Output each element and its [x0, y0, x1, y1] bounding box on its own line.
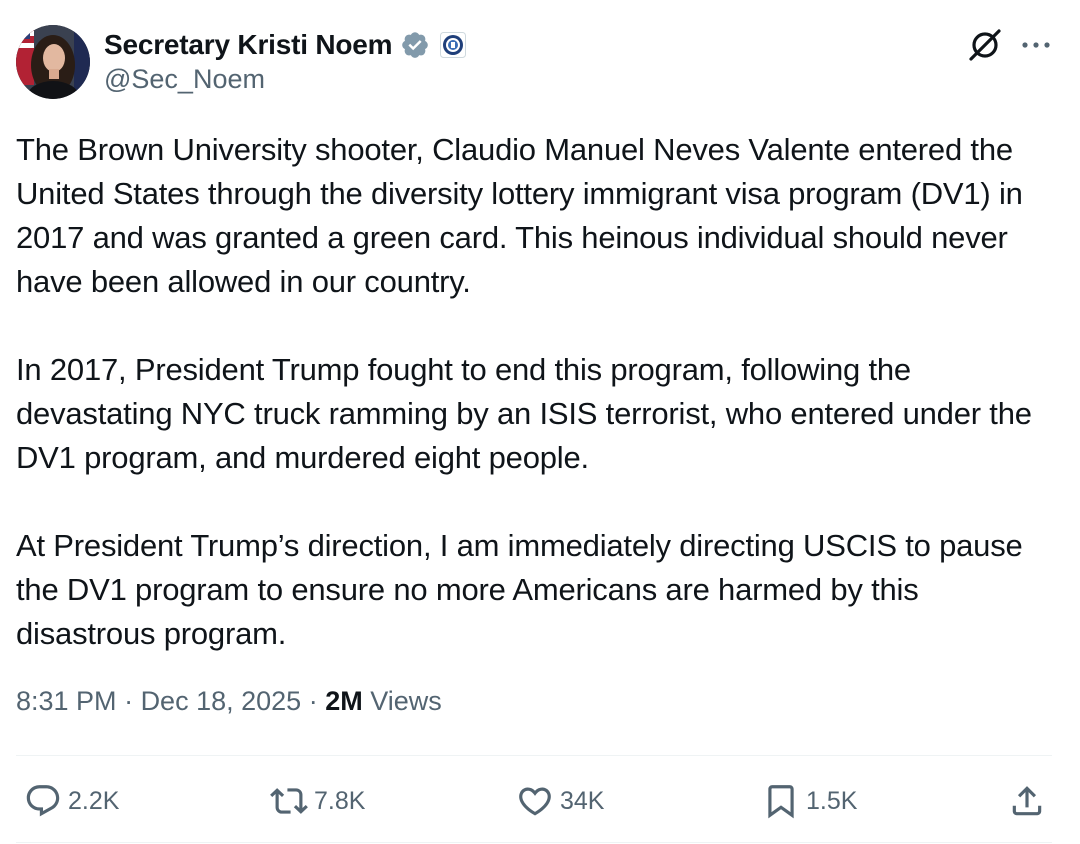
divider	[16, 842, 1052, 843]
bookmark-button[interactable]: 1.5K	[762, 782, 857, 820]
tweet: Secretary Kristi Noem @Sec_Noem The Brow…	[0, 0, 1080, 844]
repost-icon	[270, 788, 308, 814]
tweet-meta: 8:31 PM · Dec 18, 2025 · 2M Views	[16, 686, 442, 717]
tweet-text: The Brown University shooter, Claudio Ma…	[16, 128, 1060, 656]
tweet-paragraph: In 2017, President Trump fought to end t…	[16, 352, 1032, 475]
meta-separator: ·	[301, 686, 326, 716]
tweet-paragraph: At President Trump’s direction, I am imm…	[16, 528, 1023, 651]
dhs-seal-icon[interactable]	[440, 32, 467, 58]
share-icon	[1012, 786, 1042, 816]
divider	[16, 755, 1052, 756]
more-icon[interactable]	[1016, 26, 1056, 64]
reply-icon	[26, 785, 60, 817]
like-button[interactable]: 34K	[516, 782, 604, 820]
meta-separator: ·	[116, 686, 141, 716]
share-button[interactable]	[1008, 782, 1046, 820]
reply-button[interactable]: 2.2K	[24, 782, 119, 820]
tweet-paragraph: The Brown University shooter, Claudio Ma…	[16, 132, 1023, 299]
tweet-time[interactable]: 8:31 PM	[16, 686, 117, 716]
avatar-image	[16, 25, 90, 99]
heart-icon	[519, 787, 551, 816]
repost-button[interactable]: 7.8K	[270, 782, 365, 820]
repost-count: 7.8K	[314, 786, 366, 815]
views-label[interactable]: Views	[363, 686, 442, 716]
bookmark-count: 1.5K	[806, 786, 858, 815]
tweet-date[interactable]: Dec 18, 2025	[141, 686, 302, 716]
avatar[interactable]	[16, 25, 90, 99]
views-count[interactable]: 2M	[325, 686, 363, 716]
handle[interactable]: @Sec_Noem	[104, 64, 265, 95]
reply-count: 2.2K	[68, 786, 120, 815]
verified-badge-icon[interactable]	[400, 30, 430, 60]
display-name[interactable]: Secretary Kristi Noem	[104, 29, 393, 61]
grok-icon[interactable]	[966, 26, 1004, 64]
like-count: 34K	[560, 786, 605, 815]
name-row: Secretary Kristi Noem	[104, 27, 467, 63]
bookmark-icon	[768, 785, 794, 819]
